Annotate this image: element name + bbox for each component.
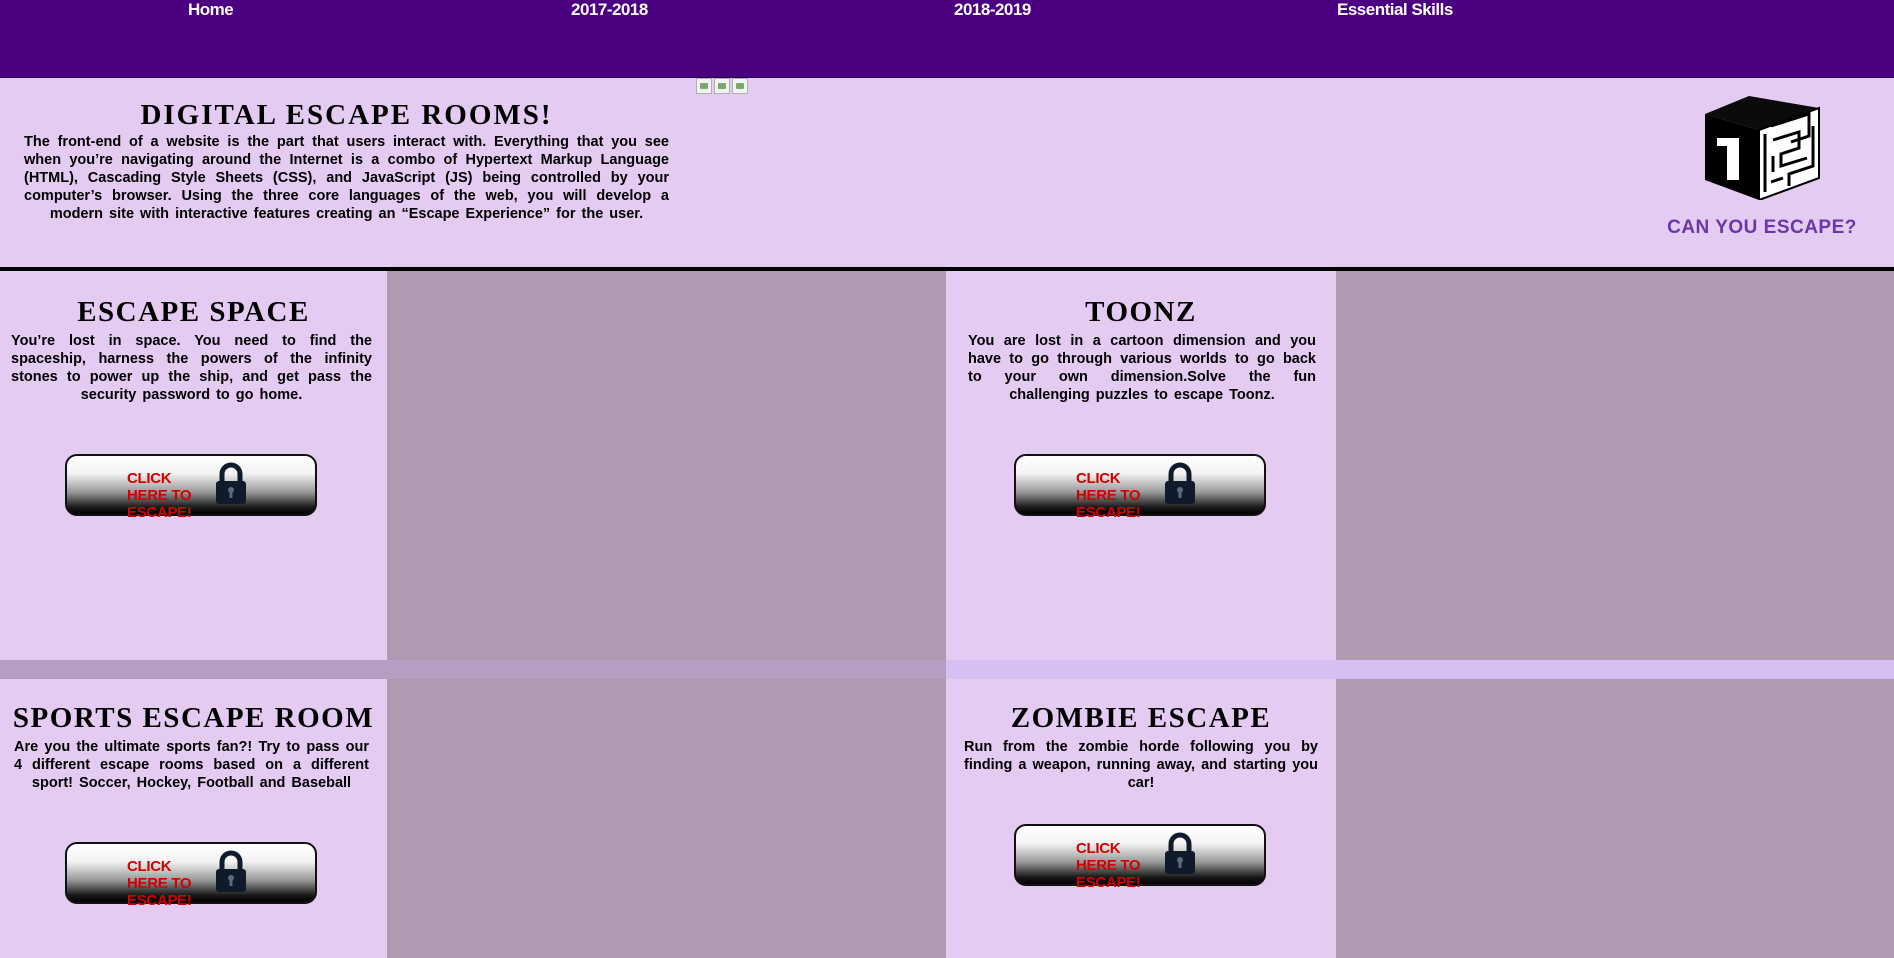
room-card-sports: SPORTS ESCAPE ROOM Are you the ultimate … [0, 679, 387, 958]
row-separator [0, 660, 946, 679]
escape-button-label: CLICK HERE TO ESCAPE! [127, 470, 192, 521]
broken-image-icon [732, 78, 748, 94]
nav-link-essential-skills[interactable]: Essential Skills [1337, 0, 1453, 19]
nav-link-2018-2019[interactable]: 2018-2019 [954, 0, 1031, 19]
room-title: ESCAPE SPACE [77, 296, 310, 328]
room-description: Run from the zombie horde following you … [964, 739, 1318, 791]
room-card-escape-space: ESCAPE SPACE You’re lost in space. You n… [0, 271, 387, 660]
nav-link-home[interactable]: Home [188, 0, 234, 19]
image-placeholder [387, 679, 946, 958]
image-placeholder [1336, 679, 1894, 958]
broken-image-icon [696, 78, 712, 94]
escape-button-label: CLICK HERE TO ESCAPE! [127, 858, 192, 909]
room-title: SPORTS ESCAPE ROOM [12, 702, 375, 734]
can-you-escape-logo: CAN YOU ESCAPE? [1667, 96, 1857, 238]
intro-description: The front-end of a website is the part t… [24, 134, 669, 222]
hero-header: DIGITAL ESCAPE ROOMS! The front-end of a… [0, 78, 1894, 271]
broken-image-icon [714, 78, 730, 94]
room-title: ZOMBIE ESCAPE [1010, 702, 1272, 734]
escape-button-label: CLICK HERE TO ESCAPE! [1076, 840, 1141, 891]
escape-button[interactable]: CLICK HERE TO ESCAPE! [65, 842, 317, 909]
padlock-icon [216, 462, 246, 504]
room-card-toonz: TOONZ You are lost in a cartoon dimensio… [946, 271, 1336, 660]
image-placeholder [1336, 271, 1894, 660]
room-title: TOONZ [1085, 296, 1197, 328]
nav-link-2017-2018[interactable]: 2017-2018 [571, 0, 648, 19]
escape-button-label: CLICK HERE TO ESCAPE! [1076, 470, 1141, 521]
escape-button[interactable]: CLICK HERE TO ESCAPE! [65, 454, 317, 521]
escape-button[interactable]: CLICK HERE TO ESCAPE! [1014, 824, 1266, 891]
padlock-icon [216, 850, 246, 892]
room-card-zombie: ZOMBIE ESCAPE Run from the zombie horde … [946, 679, 1336, 958]
room-description: You are lost in a cartoon dimension and … [968, 333, 1316, 403]
top-nav: Home 2017-2018 2018-2019 Essential Skill… [0, 0, 1894, 78]
padlock-icon [1165, 832, 1195, 874]
logo-text: CAN YOU ESCAPE? [1667, 217, 1857, 238]
padlock-icon [1165, 462, 1195, 504]
room-description: You’re lost in space. You need to find t… [11, 333, 372, 403]
page-title: DIGITAL ESCAPE ROOMS! [140, 99, 553, 131]
row-separator [946, 660, 1894, 679]
image-placeholder [387, 271, 946, 660]
escape-button[interactable]: CLICK HERE TO ESCAPE! [1014, 454, 1266, 521]
maze-cube-icon [1705, 96, 1820, 200]
room-description: Are you the ultimate sports fan?! Try to… [14, 739, 369, 791]
